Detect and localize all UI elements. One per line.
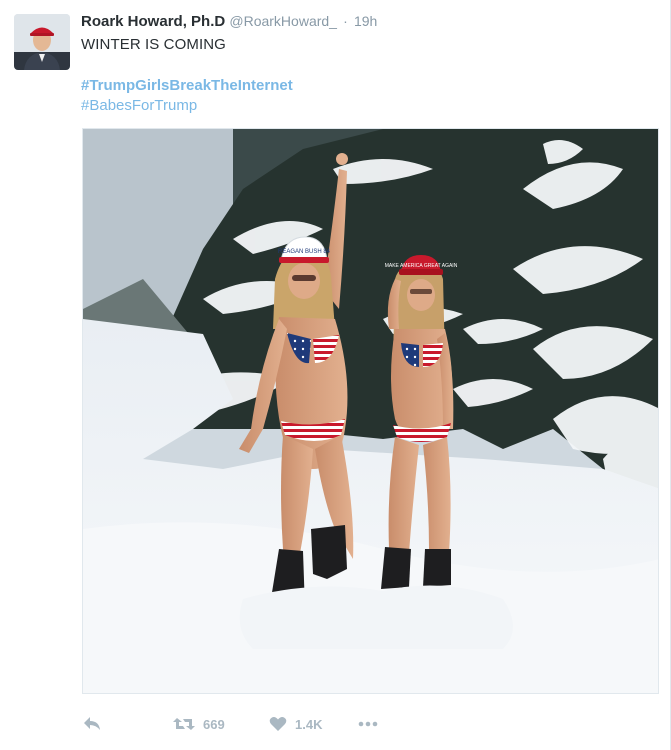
- more-icon: [358, 721, 378, 727]
- hat-right-text: MAKE AMERICA GREAT AGAIN: [385, 263, 458, 269]
- like-count: 1.4K: [295, 716, 323, 732]
- timestamp[interactable]: 19h: [354, 13, 377, 29]
- retweet-button[interactable]: 669: [173, 716, 225, 732]
- more-button[interactable]: [357, 716, 379, 732]
- author-handle[interactable]: @RoarkHoward_: [229, 13, 337, 29]
- tweet-header: Roark Howard, Ph.D @RoarkHoward_ · 19h: [81, 13, 377, 30]
- separator: ·: [343, 13, 348, 29]
- author-name[interactable]: Roark Howard, Ph.D: [81, 13, 225, 30]
- hashtag-link[interactable]: #BabesForTrump: [81, 97, 197, 114]
- avatar-image: [14, 14, 70, 70]
- retweet-count: 669: [203, 716, 225, 732]
- reply-button[interactable]: [83, 716, 101, 732]
- tweet-text: WINTER IS COMING: [81, 36, 226, 53]
- hat-left-text: REAGAN BUSH 84: [278, 249, 331, 255]
- tweet-photo[interactable]: REAGAN BUSH 84 MAKE AMERICA GREAT AGAIN: [82, 128, 659, 694]
- reply-icon: [84, 717, 100, 730]
- snow-scene-image: REAGAN BUSH 84 MAKE AMERICA GREAT AGAIN: [83, 129, 658, 693]
- like-button[interactable]: 1.4K: [269, 716, 322, 732]
- avatar[interactable]: [14, 14, 70, 70]
- tweet-card: Roark Howard, Ph.D @RoarkHoward_ · 19h W…: [0, 0, 671, 750]
- heart-icon: [269, 717, 287, 731]
- tweet-actions: 669 1.4K: [81, 716, 641, 742]
- hashtag-link[interactable]: #TrumpGirlsBreakTheInternet: [81, 77, 293, 94]
- retweet-icon: [173, 718, 195, 730]
